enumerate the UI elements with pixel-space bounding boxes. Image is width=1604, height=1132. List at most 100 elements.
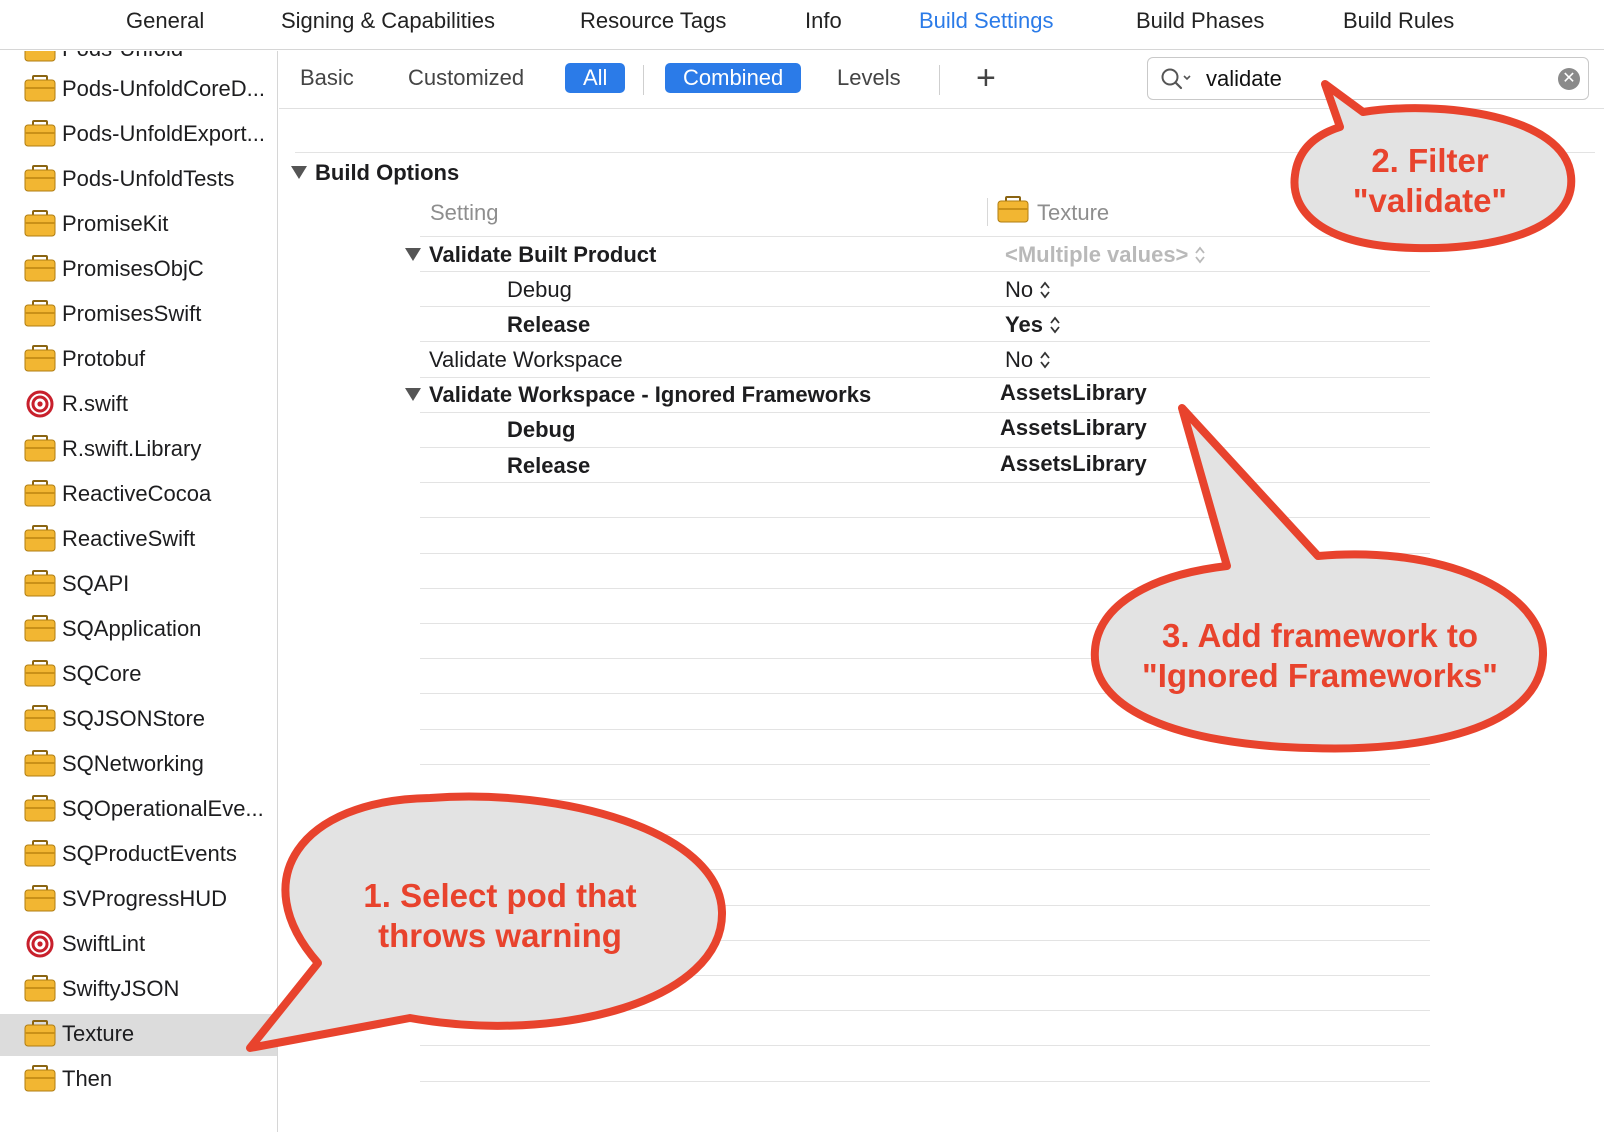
sidebar-item-partial[interactable]: Pods-Unfold [0, 51, 277, 71]
tab-resource-tags[interactable]: Resource Tags [580, 8, 726, 34]
row-divider [420, 482, 1430, 483]
target-folder-icon [24, 51, 56, 62]
sidebar-item-swiftyjson[interactable]: SwiftyJSON [0, 969, 277, 1011]
target-folder-icon [24, 120, 56, 147]
setting-value-validate-workspace[interactable]: No [1005, 347, 1051, 373]
setting-validate-workspace-ignored-frameworks[interactable]: Validate Workspace - Ignored Frameworks [405, 382, 871, 408]
stepper-icon [1040, 351, 1050, 369]
disclosure-triangle-icon[interactable] [405, 248, 421, 261]
callout-3-text: 3. Add framework to "Ignored Frameworks" [1142, 617, 1498, 694]
sidebar-item-reactivecocoa[interactable]: ReactiveCocoa [0, 474, 277, 516]
sidebar-item-sqjsonstore[interactable]: SQJSONStore [0, 699, 277, 741]
search-icon[interactable] [1160, 67, 1194, 91]
target-folder-icon [24, 480, 56, 507]
sidebar-item-label: SQApplication [62, 616, 202, 641]
sidebar-item-swiftlint[interactable]: SwiftLint [0, 924, 277, 966]
filter-levels[interactable]: Levels [837, 65, 901, 91]
row-divider [420, 447, 1430, 448]
filter-combined[interactable]: Combined [665, 63, 802, 93]
stepper-icon [1050, 316, 1060, 334]
sidebar-item-label: R.swift [62, 391, 128, 416]
tab-build-phases[interactable]: Build Phases [1136, 8, 1264, 34]
sidebar-item-sqproductevents[interactable]: SQProductEvents [0, 834, 277, 876]
sidebar-item-promisesswift[interactable]: PromisesSwift [0, 294, 277, 336]
target-folder-icon [24, 435, 56, 462]
clear-search-icon[interactable]: ✕ [1558, 68, 1580, 90]
disclosure-triangle-icon[interactable] [291, 166, 307, 179]
tab-build-settings[interactable]: Build Settings [919, 8, 1054, 34]
target-folder-icon [24, 570, 56, 597]
sidebar-item-pods-unfoldtests[interactable]: Pods-UnfoldTests [0, 159, 277, 201]
tab-info[interactable]: Info [805, 8, 842, 34]
setting-value-release[interactable]: Yes [1005, 312, 1061, 338]
filter-all[interactable]: All [565, 63, 626, 93]
setting-release[interactable]: Release [507, 312, 590, 338]
sidebar-item-r-swift[interactable]: R.swift [0, 384, 277, 426]
sidebar-item-pods-unfoldexport[interactable]: Pods-UnfoldExport... [0, 114, 277, 156]
stepper-icon [1195, 246, 1206, 264]
sidebar-item-sqapplication[interactable]: SQApplication [0, 609, 277, 651]
sidebar-item-r-swift-library[interactable]: R.swift.Library [0, 429, 277, 471]
sidebar-item-reactiveswift[interactable]: ReactiveSwift [0, 519, 277, 561]
target-folder-icon [24, 795, 56, 822]
bullseye-target-icon [26, 930, 54, 958]
sidebar-item-sqnetworking[interactable]: SQNetworking [0, 744, 277, 786]
setting-value-ignored-frameworks[interactable]: AssetsLibrary [1000, 380, 1147, 406]
sidebar-item-label: SQProductEvents [62, 841, 237, 866]
target-folder-icon [24, 705, 56, 732]
sidebar-item-label: Pods-UnfoldTests [62, 166, 235, 191]
tab-signing-capabilities[interactable]: Signing & Capabilities [281, 8, 495, 34]
target-folder-icon [24, 750, 56, 777]
sidebar-item-label: SQCore [62, 661, 142, 686]
sidebar-item-sqcore[interactable]: SQCore [0, 654, 277, 696]
editor-tab-bar: General Signing & Capabilities Resource … [0, 0, 1604, 50]
sidebar-item-label: R.swift.Library [62, 436, 202, 461]
sidebar-item-protobuf[interactable]: Protobuf [0, 339, 277, 381]
filter-basic[interactable]: Basic [300, 65, 354, 91]
bullseye-target-icon [26, 390, 54, 418]
row-divider [420, 377, 1430, 378]
sidebar-item-label: SQJSONStore [62, 706, 206, 731]
row-divider [420, 869, 1430, 870]
sidebar-item-promisekit[interactable]: PromiseKit [0, 204, 277, 246]
row-divider [420, 517, 1430, 518]
sidebar-item-pods-unfoldcored[interactable]: Pods-UnfoldCoreD... [0, 69, 277, 111]
setting-value-debug[interactable]: No [1005, 277, 1051, 303]
sidebar-item-sqapi[interactable]: SQAPI [0, 564, 277, 606]
target-folder-icon [24, 660, 56, 687]
sidebar-item-label: SwiftyJSON [62, 976, 180, 1001]
sidebar-item-then[interactable]: Then [0, 1059, 277, 1101]
section-build-options[interactable]: Build Options [291, 160, 459, 186]
setting-validate-built-product[interactable]: Validate Built Product [405, 242, 656, 268]
disclosure-triangle-icon[interactable] [405, 388, 421, 401]
setting-validate-workspace[interactable]: Validate Workspace [429, 347, 623, 373]
row-divider [420, 588, 1430, 589]
target-folder-icon [24, 165, 56, 192]
target-folder-icon [24, 525, 56, 552]
sidebar-item-label: PromisesSwift [62, 301, 202, 326]
sidebar-item-label: PromisesObjC [62, 256, 204, 281]
target-folder-icon [24, 1020, 56, 1047]
row-divider [420, 236, 1430, 237]
target-folder-icon [24, 975, 56, 1002]
sidebar-item-promisesobjc[interactable]: PromisesObjC [0, 249, 277, 291]
setting-debug[interactable]: Debug [507, 277, 572, 303]
setting-debug[interactable]: Debug [507, 417, 575, 443]
setting-release[interactable]: Release [507, 453, 590, 479]
sidebar-item-sqoperationaleve[interactable]: SQOperationalEve... [0, 789, 277, 831]
sidebar-item-label: SQOperationalEve... [62, 796, 264, 821]
sidebar-item-label: Protobuf [62, 346, 146, 371]
sidebar-item-svprogresshud[interactable]: SVProgressHUD [0, 879, 277, 921]
setting-value-release[interactable]: AssetsLibrary [1000, 451, 1147, 477]
sidebar-item-label: PromiseKit [62, 211, 169, 236]
filter-divider [939, 65, 940, 95]
filter-customized[interactable]: Customized [408, 65, 524, 91]
setting-value-multiple[interactable]: <Multiple values> [1005, 242, 1206, 268]
search-input[interactable] [1206, 64, 1546, 94]
tab-build-rules[interactable]: Build Rules [1343, 8, 1454, 34]
add-setting-button[interactable]: + [976, 59, 996, 98]
setting-value-debug[interactable]: AssetsLibrary [1000, 415, 1147, 441]
sidebar-item-label: SVProgressHUD [62, 886, 228, 911]
tab-general[interactable]: General [126, 8, 204, 34]
sidebar-item-texture[interactable]: Texture [0, 1014, 277, 1056]
